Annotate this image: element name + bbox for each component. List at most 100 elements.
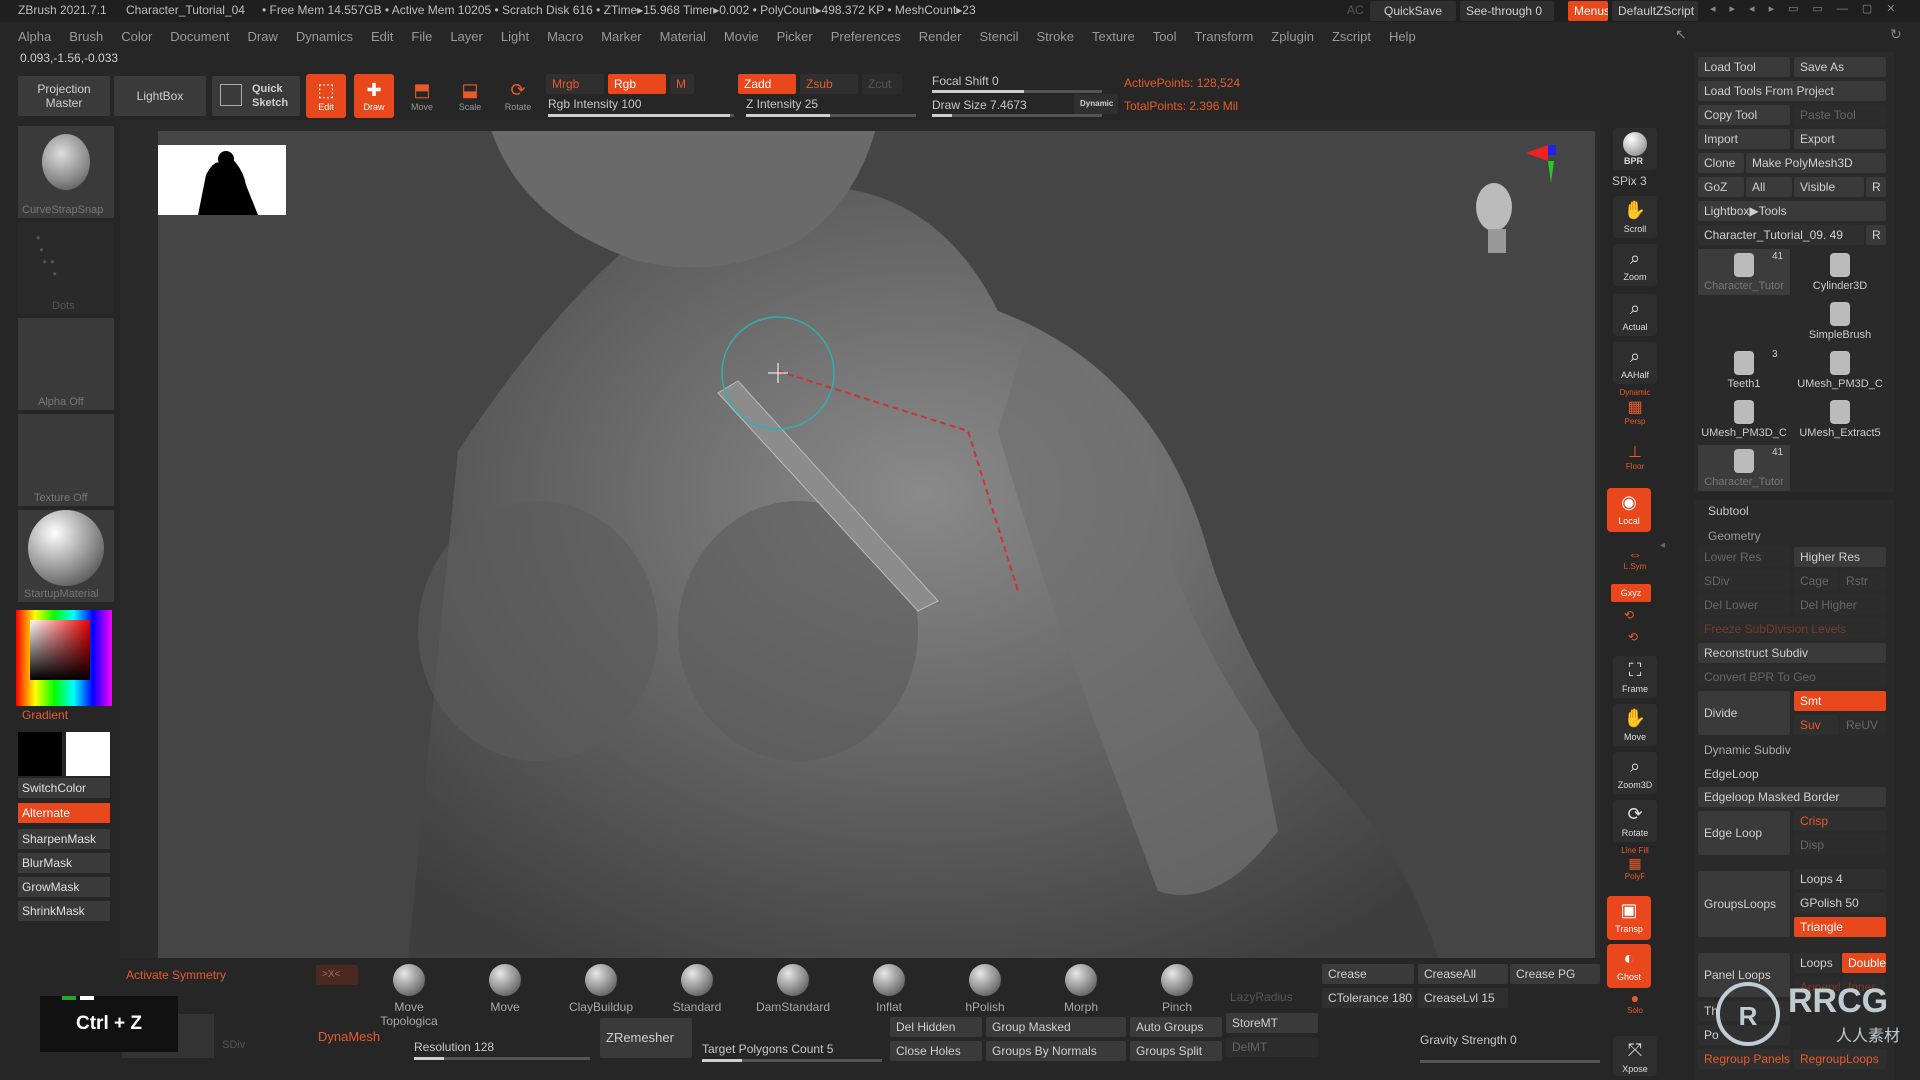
quick-sketch-button[interactable]: Quick Sketch (212, 76, 300, 116)
main-color-swatch[interactable] (18, 732, 62, 776)
blur-mask-button[interactable]: BlurMask (18, 853, 110, 873)
tool-thumb[interactable]: Character_Tutor 41 (1698, 445, 1790, 491)
shrink-mask-button[interactable]: ShrinkMask (18, 901, 110, 921)
texture-thumbnail[interactable]: Texture Off (18, 414, 114, 506)
tool-thumb[interactable]: Teeth1 3 (1698, 347, 1790, 393)
brush-claybuildup[interactable]: ClayBuildup (558, 964, 644, 1014)
close-holes-button[interactable]: Close Holes (890, 1041, 982, 1061)
gradient-label[interactable]: Gradient (22, 708, 68, 722)
del-hidden-button[interactable]: Del Hidden (890, 1017, 982, 1037)
move-button[interactable]: ⬒ Move (402, 74, 442, 118)
higher-res-button[interactable]: Higher Res (1794, 547, 1886, 567)
double-toggle[interactable]: Double (1842, 953, 1886, 973)
goz-button[interactable]: GoZ (1698, 177, 1744, 197)
rstr-button[interactable]: Rstr (1840, 571, 1886, 591)
menus-button[interactable]: Menus (1568, 1, 1608, 21)
xpose-button[interactable]: ⤧ Xpose (1613, 1036, 1657, 1076)
menu-item-color[interactable]: Color (121, 24, 152, 50)
menu-item-dynamics[interactable]: Dynamics (296, 24, 353, 50)
draw-button[interactable]: ✚ Draw (354, 74, 394, 118)
panel-loops-count-slider[interactable]: Loops (1794, 953, 1840, 973)
menu-item-texture[interactable]: Texture (1092, 24, 1135, 50)
focal-shift-slider[interactable]: Focal Shift 0 (932, 74, 999, 88)
edgeloop-masked-border-button[interactable]: Edgeloop Masked Border (1698, 787, 1886, 807)
move-view-button[interactable]: ✋ Move (1613, 704, 1657, 746)
menu-item-alpha[interactable]: Alpha (18, 24, 51, 50)
floor-button[interactable]: ⊥ Floor (1613, 442, 1657, 484)
crease-level-slider[interactable]: CreaseLvl 15 (1418, 988, 1508, 1008)
refresh-icon[interactable]: ↻ (1890, 26, 1902, 43)
sdiv-bottom-slider[interactable]: SDiv (222, 1039, 245, 1051)
freeze-subdivision-button[interactable]: Freeze SubDivision Levels (1698, 619, 1886, 639)
auto-groups-button[interactable]: Auto Groups (1130, 1017, 1222, 1037)
menu-item-material[interactable]: Material (660, 24, 706, 50)
menu-item-picker[interactable]: Picker (777, 24, 813, 50)
draw-size-track[interactable] (932, 114, 1102, 117)
menu-item-draw[interactable]: Draw (248, 24, 278, 50)
scroll-left-icon[interactable]: ↖ (1675, 26, 1687, 43)
scroll-button[interactable]: ✋ Scroll (1613, 196, 1657, 238)
secondary-color-swatch[interactable] (66, 732, 110, 776)
subtool-header[interactable]: Subtool (1708, 504, 1749, 518)
current-tool-slider[interactable]: Character_Tutorial_09. 49 (1698, 225, 1864, 245)
default-zscript-button[interactable]: DefaultZScript (1612, 1, 1698, 21)
xyz-button[interactable]: Gxyz (1611, 584, 1651, 602)
spix-slider[interactable]: SPix 3 (1612, 174, 1647, 188)
menu-item-transform[interactable]: Transform (1195, 24, 1254, 50)
m-toggle[interactable]: M (670, 74, 694, 94)
import-button[interactable]: Import (1698, 129, 1790, 149)
group-masked-button[interactable]: Group Masked (986, 1017, 1126, 1037)
tool-thumb[interactable]: UMesh_PM3D_C (1698, 396, 1790, 442)
menu-item-macro[interactable]: Macro (547, 24, 583, 50)
rotate-y-icon[interactable]: ⟲ (1624, 608, 1634, 622)
ctolerance-slider[interactable]: CTolerance 180 (1322, 988, 1414, 1008)
mrgb-toggle[interactable]: Mrgb (546, 74, 604, 94)
see-through-slider[interactable]: See-through 0 (1460, 1, 1554, 21)
zremesher-button[interactable]: ZRemesher (600, 1018, 692, 1058)
crease-button[interactable]: Crease (1322, 964, 1414, 984)
brush-thumbnail[interactable]: CurveStrapSnap (18, 126, 114, 218)
clone-button[interactable]: Clone (1698, 153, 1744, 173)
zoom3d-button[interactable]: ⌕ Zoom3D (1613, 752, 1657, 794)
dynamic-toggle[interactable]: Dynamic (1074, 94, 1118, 114)
brush-damstandard[interactable]: DamStandard (750, 964, 836, 1014)
menu-item-file[interactable]: File (411, 24, 432, 50)
polyf-button[interactable]: Line Fill ▦ PolyF (1613, 846, 1657, 886)
zoom-button[interactable]: ⌕ Zoom (1613, 244, 1657, 286)
menu-item-zplugin[interactable]: Zplugin (1271, 24, 1314, 50)
edge-loop-button[interactable]: Edge Loop (1698, 811, 1790, 855)
bpr-button[interactable]: BPR (1613, 128, 1657, 170)
menu-item-stencil[interactable]: Stencil (979, 24, 1018, 50)
local-button[interactable]: ◉ Local (1607, 488, 1651, 532)
rotate-button[interactable]: ⟳ Rotate (498, 74, 538, 118)
menu-item-document[interactable]: Document (170, 24, 229, 50)
collapse-handle-icon[interactable]: ◂ (1660, 540, 1668, 560)
zcut-toggle[interactable]: Zcut (862, 74, 902, 94)
activate-symmetry-button[interactable]: Activate Symmetry (126, 968, 226, 982)
cage-button[interactable]: Cage (1794, 571, 1838, 591)
lsym-button[interactable]: ⇔ L.Sym (1613, 546, 1657, 574)
transp-button[interactable]: ▣ Transp (1607, 896, 1651, 940)
frame-button[interactable]: ⛶ Frame (1613, 656, 1657, 698)
persp-button[interactable]: Dynamic ▦ Persp (1613, 388, 1657, 430)
projection-master-button[interactable]: Projection Master (18, 76, 110, 116)
load-tool-button[interactable]: Load Tool (1698, 57, 1790, 77)
lightbox-button[interactable]: LightBox (114, 76, 206, 116)
store-mt-button[interactable]: StoreMT (1226, 1013, 1318, 1033)
del-lower-button[interactable]: Del Lower (1698, 595, 1790, 615)
ghost-button[interactable]: ◐ Ghost (1607, 944, 1651, 988)
make-polymesh-button[interactable]: Make PolyMesh3D (1746, 153, 1886, 173)
grow-mask-button[interactable]: GrowMask (18, 877, 110, 897)
lazy-radius-slider[interactable]: LazyRadius (1230, 990, 1293, 1004)
menu-item-render[interactable]: Render (919, 24, 962, 50)
menu-item-light[interactable]: Light (501, 24, 529, 50)
disp-slider[interactable]: Disp (1794, 835, 1886, 855)
alternate-button[interactable]: Alternate (18, 803, 110, 823)
edgeloop-header[interactable]: EdgeLoop (1704, 767, 1759, 781)
export-button[interactable]: Export (1794, 129, 1886, 149)
target-polygons-slider[interactable]: Target Polygons Count 5 (702, 1042, 833, 1056)
brush-standard[interactable]: Standard (654, 964, 740, 1014)
gravity-track[interactable] (1420, 1060, 1600, 1063)
crisp-toggle[interactable]: Crisp (1794, 811, 1886, 831)
lightbox-tools-button[interactable]: Lightbox▶Tools (1698, 201, 1886, 221)
